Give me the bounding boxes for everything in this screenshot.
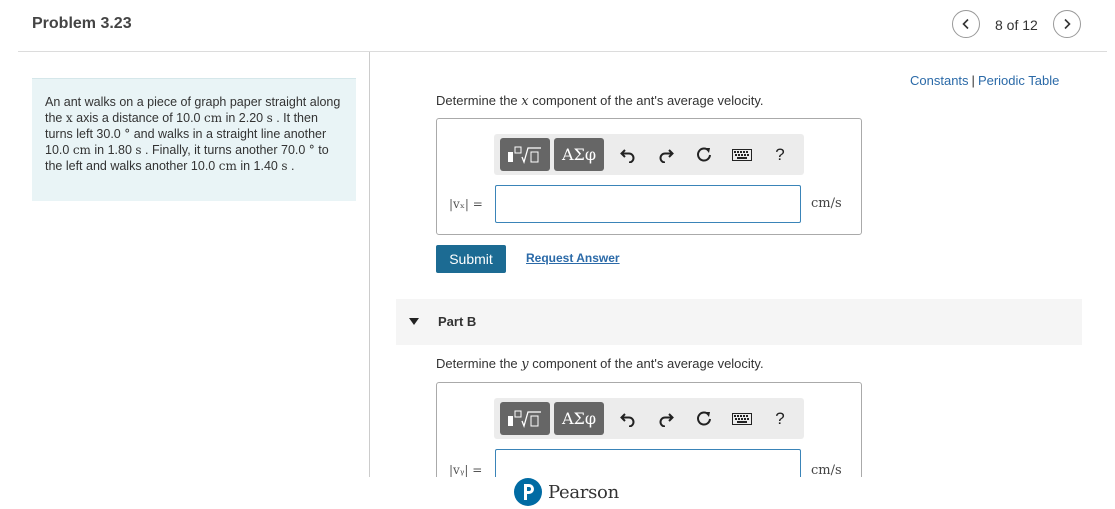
undo-button[interactable] <box>615 142 641 168</box>
question-text: Determine the <box>436 356 522 371</box>
math-token: cm <box>72 143 91 157</box>
submit-button[interactable]: Submit <box>436 245 506 273</box>
pearson-brand: Pearson <box>548 481 619 503</box>
question-text: component of the ant's average velocity. <box>528 93 764 108</box>
reset-button[interactable] <box>691 142 717 168</box>
keyboard-icon <box>732 149 752 161</box>
page-indicator: 8 of 12 <box>995 17 1038 33</box>
templates-button[interactable] <box>500 138 550 171</box>
problem-text: in 2.20 <box>222 111 267 125</box>
part-a-answer-box: ΑΣφ ? |vₓ| = cm/s <box>436 118 862 235</box>
pearson-p-icon <box>514 478 542 506</box>
question-variable: y <box>521 357 529 372</box>
templates-icon <box>508 146 541 164</box>
variable-label: |vᵧ| = <box>449 463 483 477</box>
variable-label: |vₓ| = <box>449 197 483 211</box>
chevron-right-icon <box>1064 18 1071 30</box>
part-b-question: Determine the y component of the ant's a… <box>436 356 764 372</box>
part-a-question: Determine the x component of the ant's a… <box>436 93 764 109</box>
math-toolbar: ΑΣφ ? <box>494 398 804 439</box>
part-b-answer-box: ΑΣφ ? |vᵧ| = cm/s <box>436 382 862 477</box>
problem-title: Problem 3.23 <box>32 15 132 32</box>
reset-button[interactable] <box>691 406 717 432</box>
question-text: component of the ant's average velocity. <box>528 356 764 371</box>
redo-icon <box>659 149 674 163</box>
problem-text: . Finally, it turns another 70.0 <box>141 143 309 157</box>
part-b-scroll-region: ΑΣφ ? |vᵧ| = cm/s <box>0 380 1115 477</box>
next-problem-button[interactable] <box>1053 10 1081 38</box>
problem-text: in 1.80 <box>90 143 136 157</box>
vy-answer-input[interactable] <box>495 449 801 477</box>
redo-button[interactable] <box>653 142 679 168</box>
unit-label: cm/s <box>811 196 842 211</box>
math-token: cm <box>218 159 237 173</box>
keyboard-icon <box>732 413 752 425</box>
link-separator: | <box>971 73 975 88</box>
symbols-button[interactable]: ΑΣφ <box>554 402 604 435</box>
templates-button[interactable] <box>500 402 550 435</box>
reset-icon <box>697 147 711 162</box>
caret-down-icon <box>409 318 419 325</box>
question-text: Determine the <box>436 93 522 108</box>
constants-link[interactable]: Constants <box>910 73 969 88</box>
question-variable: x <box>521 94 529 109</box>
keyboard-button[interactable] <box>729 406 755 432</box>
problem-header: Problem 3.23 8 of 12 <box>18 0 1107 52</box>
periodic-table-link[interactable]: Periodic Table <box>978 73 1059 88</box>
templates-icon <box>508 410 541 428</box>
math-token: x <box>65 111 73 125</box>
resource-links: Constants | Periodic Table <box>910 73 1059 88</box>
part-b-title: Part B <box>438 314 477 329</box>
redo-button[interactable] <box>653 406 679 432</box>
problem-text: . <box>287 159 295 173</box>
problem-statement: An ant walks on a piece of graph paper s… <box>32 78 356 201</box>
previous-problem-button[interactable] <box>952 10 980 38</box>
undo-button[interactable] <box>615 406 641 432</box>
part-b-header[interactable]: Part B <box>396 299 1082 345</box>
problem-text: in 1.40 <box>236 159 282 173</box>
pearson-logo: Pearson <box>514 477 619 507</box>
undo-icon <box>620 149 635 163</box>
math-toolbar: ΑΣφ ? <box>494 134 804 175</box>
symbols-button[interactable]: ΑΣφ <box>554 138 604 171</box>
chevron-left-icon <box>962 18 969 30</box>
problem-text: axis a distance of 10.0 <box>72 111 204 125</box>
help-button[interactable]: ? <box>767 406 793 432</box>
keyboard-button[interactable] <box>729 142 755 168</box>
reset-icon <box>697 411 711 426</box>
unit-label: cm/s <box>811 463 842 477</box>
math-token: cm <box>203 111 223 125</box>
undo-icon <box>620 413 635 427</box>
redo-icon <box>659 413 674 427</box>
help-button[interactable]: ? <box>767 142 793 168</box>
vx-answer-input[interactable] <box>495 185 801 223</box>
request-answer-link[interactable]: Request Answer <box>526 251 620 265</box>
